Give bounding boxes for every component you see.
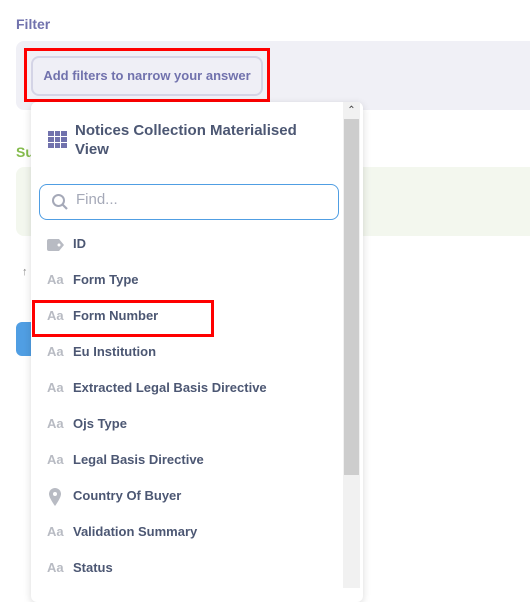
text-icon: Aa xyxy=(47,380,64,395)
column-item-label: Ojs Type xyxy=(73,416,127,431)
datasource-title: Notices Collection Materialised View xyxy=(75,122,297,158)
column-item[interactable]: Aa Eu Institution xyxy=(31,335,343,371)
scrollbar-thumb[interactable] xyxy=(344,119,359,475)
search-icon xyxy=(52,194,68,210)
column-item[interactable]: ID xyxy=(31,227,343,263)
filter-label: Filter xyxy=(16,16,51,32)
find-input[interactable] xyxy=(76,191,326,208)
highlight-box xyxy=(32,300,214,337)
text-icon: Aa xyxy=(47,416,64,431)
column-item-label: Eu Institution xyxy=(73,344,157,359)
table-grid-icon xyxy=(48,131,67,148)
text-icon: Aa xyxy=(47,272,64,287)
column-item[interactable]: Aa Status xyxy=(31,551,343,587)
column-item-label: Country Of Buyer xyxy=(73,488,182,503)
find-field[interactable] xyxy=(39,184,339,220)
column-item-label: Extracted Legal Basis Directive xyxy=(73,380,267,395)
column-item-label: ID xyxy=(73,236,86,251)
scroll-up-icon[interactable]: ⌃ xyxy=(343,102,360,119)
text-icon: Aa xyxy=(47,560,64,575)
text-icon: Aa xyxy=(47,452,64,467)
column-item-label: Form Type xyxy=(73,272,139,287)
highlight-box xyxy=(24,48,270,102)
text-icon: Aa xyxy=(47,344,64,359)
tag-icon xyxy=(47,239,64,251)
location-pin-icon xyxy=(49,488,61,506)
column-item[interactable]: Aa Ojs Type xyxy=(31,407,343,443)
column-item[interactable]: Aa Form Type xyxy=(31,263,343,299)
text-icon: Aa xyxy=(47,524,64,539)
column-item[interactable]: Aa Extracted Legal Basis Directive xyxy=(31,371,343,407)
column-item-label: Validation Summary xyxy=(73,524,198,539)
column-item-label: Legal Basis Directive xyxy=(73,452,204,467)
column-item[interactable]: Aa Validation Summary xyxy=(31,515,343,551)
sort-arrow-icon: ↑ xyxy=(22,266,28,278)
column-item-label: Status xyxy=(73,560,113,575)
column-item[interactable]: Country Of Buyer xyxy=(31,479,343,515)
column-item[interactable]: Aa Legal Basis Directive xyxy=(31,443,343,479)
